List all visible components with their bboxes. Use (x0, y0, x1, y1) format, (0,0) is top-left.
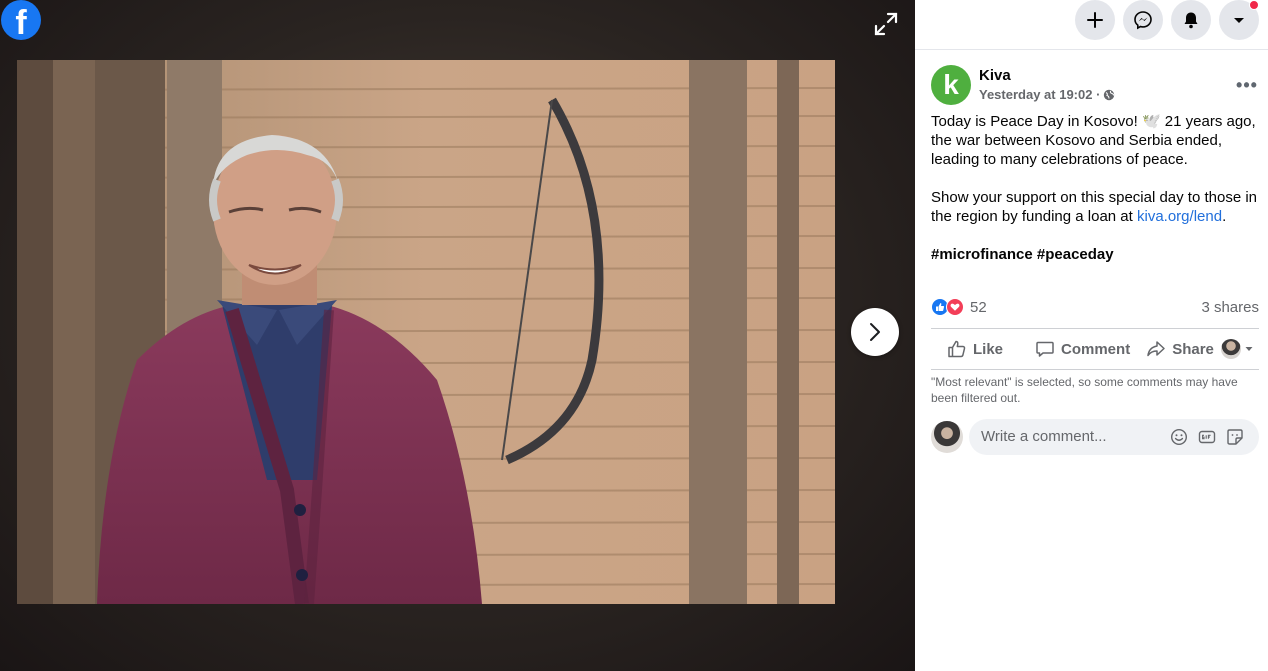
post-paragraph-2: Show your support on this special day to… (931, 188, 1261, 226)
post-author[interactable]: Kiva (979, 67, 1011, 84)
globe-icon (1104, 89, 1115, 100)
post-timestamp[interactable]: Yesterday at 19:02 · (979, 87, 1115, 102)
comment-icon (1036, 341, 1054, 357)
post-panel: k Kiva Yesterday at 19:02 · ••• Today is… (915, 0, 1268, 671)
post-hashtags: #microfinance #peaceday (931, 245, 1261, 264)
messenger-icon (1134, 11, 1152, 30)
post-paragraph-2-end: . (1222, 208, 1227, 225)
hashtag-microfinance[interactable]: #microfinance (931, 246, 1033, 263)
post-actions: Like Comment Share (931, 328, 1259, 370)
comment-button[interactable]: Comment (1029, 339, 1136, 359)
love-reaction-icon (946, 298, 964, 316)
comment-label: Comment (1061, 340, 1131, 358)
bell-icon (1184, 12, 1198, 29)
emoji-icon[interactable] (1169, 427, 1189, 447)
kiva-avatar[interactable]: k (931, 65, 971, 105)
post-stats: 52 3 shares (931, 296, 1259, 320)
plus-icon (1087, 12, 1103, 28)
create-button[interactable] (1075, 0, 1115, 40)
kiva-lend-link[interactable]: kiva.org/lend (1137, 208, 1222, 225)
more-horizontal-icon: ••• (1236, 74, 1258, 95)
like-button[interactable]: Like (941, 339, 1009, 359)
expand-icon[interactable] (872, 10, 900, 38)
facebook-logo-letter: f (15, 4, 27, 40)
shares-count[interactable]: 3 shares (1201, 299, 1259, 316)
user-avatar-small (1221, 339, 1241, 359)
chevron-right-icon (870, 323, 880, 341)
facebook-logo[interactable]: f (1, 0, 41, 40)
comments-filter-note: "Most relevant" is selected, so some com… (931, 375, 1238, 405)
hashtag-peaceday[interactable]: #peaceday (1037, 246, 1114, 263)
comment-box[interactable] (969, 419, 1259, 455)
like-label: Like (973, 340, 1004, 358)
caret-down-icon (1245, 347, 1253, 351)
post-time-text: Yesterday at 19:02 · (979, 87, 1101, 102)
post-options-button[interactable]: ••• (1235, 73, 1259, 97)
react-as-selector[interactable] (1221, 339, 1259, 359)
notification-dot (1249, 0, 1259, 10)
share-icon (1147, 341, 1165, 357)
messenger-button[interactable] (1123, 0, 1163, 40)
post-header: k Kiva Yesterday at 19:02 · ••• (931, 65, 1259, 107)
thumbs-up-icon (948, 340, 966, 358)
top-bar (915, 0, 1268, 50)
comment-composer (931, 419, 1259, 455)
sticker-icon[interactable] (1225, 427, 1245, 447)
reactions-summary[interactable]: 52 (931, 298, 987, 316)
user-avatar[interactable] (931, 421, 963, 453)
post-paragraph-1: Today is Peace Day in Kosovo! 🕊️ 21 year… (931, 113, 1256, 168)
post-text: Today is Peace Day in Kosovo! 🕊️ 21 year… (931, 112, 1261, 283)
photo-viewer: f (0, 0, 915, 671)
caret-down-icon (1234, 18, 1244, 23)
comment-input[interactable] (981, 419, 1161, 455)
share-label: Share (1172, 340, 1214, 358)
next-photo-button[interactable] (851, 308, 899, 356)
account-button[interactable] (1219, 0, 1259, 40)
notifications-button[interactable] (1171, 0, 1211, 40)
reaction-count: 52 (970, 298, 987, 316)
kiva-avatar-letter: k (943, 69, 959, 100)
share-button[interactable]: Share (1140, 339, 1220, 359)
gif-icon[interactable] (1197, 427, 1217, 447)
post-photo (17, 60, 835, 604)
